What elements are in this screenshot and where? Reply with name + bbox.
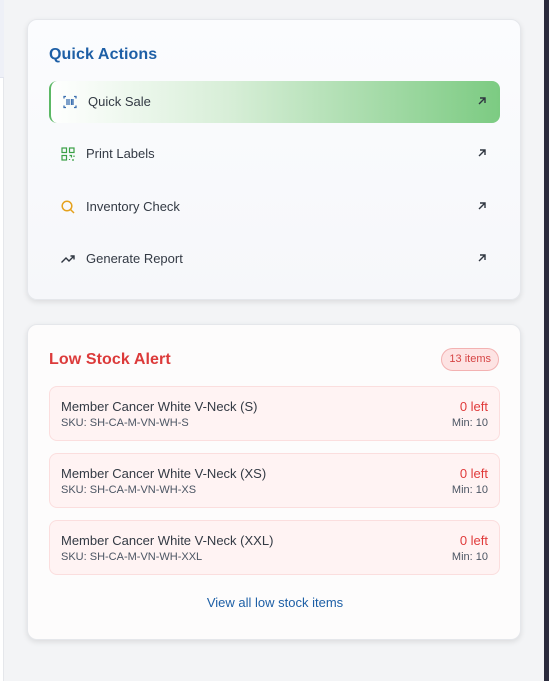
generate-report-label: Generate Report bbox=[86, 251, 183, 266]
low-stock-alert-card: Low Stock Alert 13 items Member Cancer W… bbox=[27, 324, 521, 640]
arrow-up-right-icon bbox=[478, 202, 486, 210]
arrow-up-right-icon bbox=[478, 254, 486, 262]
left-pane-header-edge bbox=[0, 0, 4, 78]
stock-minimum: Min: 10 bbox=[451, 484, 488, 496]
quick-actions-card: Quick Actions Quick Sale Print Labels In… bbox=[27, 19, 521, 300]
product-name: Member Cancer White V-Neck (XS) bbox=[61, 466, 267, 481]
qr-code-icon bbox=[60, 146, 76, 162]
low-stock-title: Low Stock Alert bbox=[49, 351, 171, 368]
quick-sale-label: Quick Sale bbox=[88, 94, 151, 109]
print-labels-label: Print Labels bbox=[86, 146, 155, 161]
product-name: Member Cancer White V-Neck (XXL) bbox=[61, 533, 274, 548]
low-stock-count-badge: 13 items bbox=[441, 348, 499, 371]
arrow-up-right-icon bbox=[478, 97, 486, 105]
stock-remaining: 0 left bbox=[459, 466, 488, 481]
stock-remaining: 0 left bbox=[459, 399, 488, 414]
print-labels-button[interactable]: Print Labels bbox=[49, 133, 500, 175]
quick-sale-button[interactable]: Quick Sale bbox=[49, 81, 500, 123]
low-stock-item[interactable]: Member Cancer White V-Neck (XS) SKU: SH-… bbox=[49, 453, 500, 508]
trending-up-icon bbox=[60, 251, 76, 267]
inventory-check-button[interactable]: Inventory Check bbox=[49, 186, 500, 228]
generate-report-button[interactable]: Generate Report bbox=[49, 238, 500, 280]
product-sku: SKU: SH-CA-M-VN-WH-S bbox=[61, 417, 189, 429]
stock-remaining: 0 left bbox=[459, 533, 488, 548]
view-all-low-stock-link[interactable]: View all low stock items bbox=[28, 595, 522, 610]
stock-minimum: Min: 10 bbox=[451, 417, 488, 429]
product-name: Member Cancer White V-Neck (S) bbox=[61, 399, 258, 414]
right-window-edge bbox=[544, 0, 549, 681]
stock-minimum: Min: 10 bbox=[451, 551, 488, 563]
left-pane-edge bbox=[0, 0, 4, 681]
product-sku: SKU: SH-CA-M-VN-WH-XXL bbox=[61, 551, 203, 563]
arrow-up-right-icon bbox=[478, 149, 486, 157]
inventory-check-label: Inventory Check bbox=[86, 199, 180, 214]
low-stock-item[interactable]: Member Cancer White V-Neck (S) SKU: SH-C… bbox=[49, 386, 500, 441]
dashboard-panel: Quick Actions Quick Sale Print Labels In… bbox=[0, 0, 549, 681]
quick-actions-title: Quick Actions bbox=[49, 46, 158, 63]
low-stock-item[interactable]: Member Cancer White V-Neck (XXL) SKU: SH… bbox=[49, 520, 500, 575]
product-sku: SKU: SH-CA-M-VN-WH-XS bbox=[61, 484, 197, 496]
search-icon bbox=[60, 199, 76, 215]
barcode-scan-icon bbox=[62, 94, 78, 110]
